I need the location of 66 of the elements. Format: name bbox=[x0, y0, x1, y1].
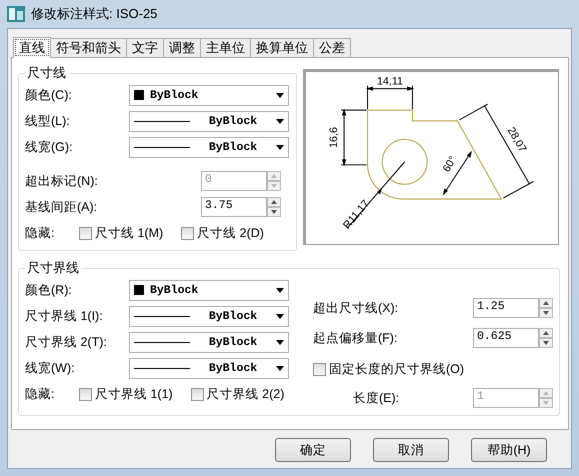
tab[interactable]: 公差 bbox=[313, 38, 351, 58]
app-icon bbox=[7, 6, 25, 22]
dialog-button[interactable]: 帮助(H) bbox=[471, 438, 547, 462]
dropdown-arrow-icon bbox=[276, 144, 284, 150]
field-label: 尺寸界线 1(I): bbox=[25, 308, 104, 324]
field-label: 超出尺寸线(X): bbox=[313, 300, 400, 316]
dropdown-arrow-icon bbox=[276, 366, 284, 370]
field-label: 颜色(R): bbox=[25, 282, 73, 298]
field-label: 尺寸界线 2(T): bbox=[25, 334, 108, 350]
spin-down-icon[interactable] bbox=[539, 308, 553, 318]
dropdown[interactable]: ByBlock bbox=[129, 358, 289, 378]
tab[interactable]: 主单位 bbox=[200, 38, 251, 58]
checkbox[interactable]: 尺寸线 2(D) bbox=[181, 224, 264, 242]
number-field[interactable]: 0.625 bbox=[473, 328, 539, 348]
checkbox[interactable]: 尺寸线 1(M) bbox=[79, 224, 164, 242]
field-label: 颜色(C): bbox=[25, 86, 73, 104]
dropdown-arrow-icon bbox=[276, 118, 284, 124]
checkbox[interactable]: 固定长度的尺寸界线(O) bbox=[313, 360, 464, 378]
dialog-button[interactable]: 取消 bbox=[373, 438, 449, 462]
checkbox[interactable]: 尺寸界线 2(2) bbox=[190, 386, 284, 402]
spin-down-icon[interactable] bbox=[539, 338, 553, 348]
spin-up-icon[interactable] bbox=[539, 298, 553, 308]
dropdown-arrow-icon bbox=[276, 288, 284, 292]
dropdown-arrow-icon bbox=[276, 340, 284, 344]
dropdown-arrow-icon bbox=[276, 92, 284, 98]
dimension-label: 14,11 bbox=[376, 76, 404, 88]
spin-up-icon[interactable] bbox=[539, 328, 553, 338]
tab[interactable]: 符号和箭头 bbox=[50, 38, 127, 58]
group-title: 尺寸线 bbox=[26, 64, 67, 82]
field-label: 隐藏: bbox=[25, 224, 56, 242]
window-title: 修改标注样式: ISO-25 bbox=[31, 5, 158, 23]
tab[interactable]: 调整 bbox=[163, 38, 201, 58]
angle-dimension-drawing bbox=[442, 150, 472, 196]
number-field[interactable]: 3.75 bbox=[201, 197, 267, 217]
dropdown[interactable]: ByBlock bbox=[129, 136, 289, 158]
dimension-label: 16,6 bbox=[328, 127, 340, 148]
tab[interactable]: 换算单位 bbox=[250, 38, 314, 58]
field-label: 起点偏移量(F): bbox=[313, 330, 398, 346]
color-swatch-icon bbox=[134, 90, 144, 100]
dropdown-arrow-icon bbox=[276, 314, 284, 318]
group-title: 尺寸界线 bbox=[26, 259, 80, 277]
dropdown[interactable]: ByBlock bbox=[129, 110, 289, 132]
dropdown[interactable]: ByBlock bbox=[129, 280, 289, 300]
field-label: 长度(E): bbox=[353, 390, 400, 406]
dropdown[interactable]: ByBlock bbox=[129, 306, 289, 326]
line-sample-icon bbox=[134, 146, 190, 148]
number-field[interactable]: 1.25 bbox=[473, 298, 539, 318]
field-label: 隐藏: bbox=[25, 386, 56, 402]
width-dimension-drawing bbox=[366, 85, 414, 110]
dropdown[interactable]: ByBlock bbox=[129, 332, 289, 352]
tab[interactable]: 文字 bbox=[126, 38, 164, 58]
field-label: 线宽(W): bbox=[25, 360, 76, 376]
line-sample-icon bbox=[134, 120, 190, 122]
height-dimension-drawing bbox=[340, 108, 368, 166]
color-swatch-icon bbox=[134, 285, 144, 295]
field-label: 线宽(G): bbox=[25, 138, 74, 156]
spin-down-icon[interactable] bbox=[267, 207, 281, 217]
tab[interactable]: 直线 bbox=[13, 37, 51, 58]
dimension-label: 60° bbox=[440, 154, 460, 174]
spin-up-icon[interactable] bbox=[267, 197, 281, 207]
dropdown[interactable]: ByBlock bbox=[129, 84, 289, 106]
dialog-button[interactable]: 确定 bbox=[275, 438, 351, 462]
field-label: 基线间距(A): bbox=[25, 198, 98, 216]
checkbox[interactable]: 尺寸界线 1(1) bbox=[79, 386, 173, 402]
field-label: 超出标记(N): bbox=[25, 172, 99, 190]
field-label: 线型(L): bbox=[25, 112, 71, 130]
